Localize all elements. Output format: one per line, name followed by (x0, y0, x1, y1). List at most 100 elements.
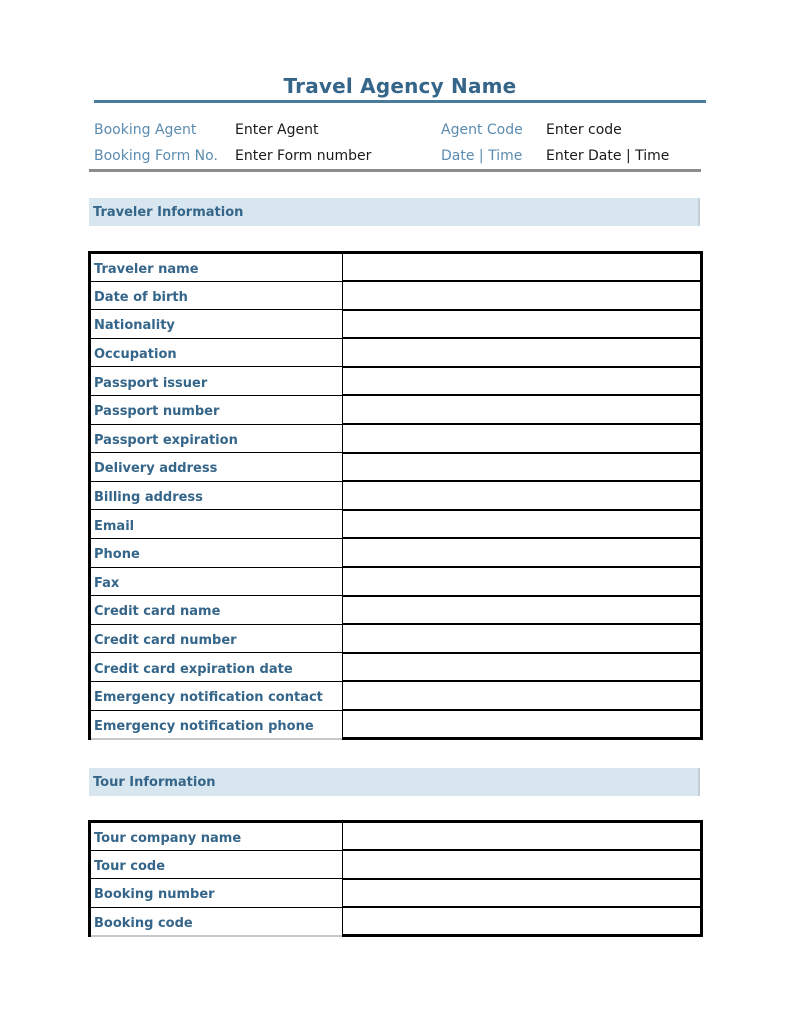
booking-code-input[interactable] (343, 908, 700, 935)
credit-card-number-cell (342, 624, 703, 654)
form-row: Passport issuer (88, 366, 703, 397)
title-divider (94, 100, 706, 103)
booking-form-no-label: Booking Form No. (94, 148, 218, 164)
traveler-information-header: Traveler Information (89, 198, 700, 226)
form-row: Email (88, 509, 703, 540)
nationality-input[interactable] (343, 310, 700, 338)
emergency-notification-phone-cell (342, 710, 703, 741)
delivery-address-label: Delivery address (88, 452, 343, 482)
meta-row: Booking Agent Enter Agent Agent Code Ent… (94, 122, 704, 148)
nationality-cell (342, 309, 703, 340)
form-row: Emergency notification phone (88, 710, 703, 741)
tour-information-table: Tour company name Tour code Booking number… (88, 820, 703, 938)
traveler-name-input[interactable] (343, 254, 700, 281)
occupation-input[interactable] (343, 339, 700, 366)
phone-label: Phone (88, 538, 343, 568)
form-row: Phone (88, 538, 703, 569)
emergency-notification-contact-label: Emergency notification contact (88, 681, 343, 711)
email-label: Email (88, 509, 343, 539)
traveler-name-cell (342, 251, 703, 283)
form-row: Emergency notification contact (88, 681, 703, 711)
passport-number-input[interactable] (343, 396, 700, 424)
form-row: Occupation (88, 338, 703, 368)
delivery-address-cell (342, 452, 703, 483)
billing-address-cell (342, 481, 703, 511)
form-row: Booking code (88, 907, 703, 938)
occupation-label: Occupation (88, 338, 343, 368)
booking-form-no-field[interactable]: Enter Form number (235, 148, 371, 164)
credit-card-name-input[interactable] (343, 596, 700, 624)
tour-code-input[interactable] (343, 851, 700, 878)
passport-issuer-cell (342, 366, 703, 397)
tour-code-cell (342, 850, 703, 880)
tour-company-name-cell (342, 820, 703, 852)
emergency-notification-phone-input[interactable] (343, 711, 700, 738)
credit-card-expiration-date-label: Credit card expiration date (88, 652, 343, 682)
form-row: Billing address (88, 481, 703, 511)
booking-agent-label: Booking Agent (94, 122, 197, 138)
tour-code-label: Tour code (88, 850, 343, 880)
form-row: Booking number (88, 878, 703, 909)
tour-information-header: Tour Information (89, 768, 700, 796)
credit-card-expiration-date-cell (342, 652, 703, 683)
form-row: Credit card number (88, 624, 703, 654)
passport-number-cell (342, 395, 703, 426)
billing-address-input[interactable] (343, 482, 700, 509)
agent-code-field[interactable]: Enter code (546, 122, 622, 138)
date-of-birth-cell (342, 281, 703, 311)
traveler-name-label: Traveler name (88, 251, 343, 282)
date-of-birth-label: Date of birth (88, 281, 343, 311)
nationality-label: Nationality (88, 309, 343, 339)
credit-card-name-label: Credit card name (88, 595, 343, 625)
form-row: Tour code (88, 850, 703, 880)
section-title: Tour Information (93, 775, 216, 790)
passport-issuer-label: Passport issuer (88, 366, 343, 396)
emergency-notification-contact-cell (342, 681, 703, 711)
form-row: Passport expiration (88, 424, 703, 454)
passport-expiration-cell (342, 424, 703, 454)
booking-meta: Booking Agent Enter Agent Agent Code Ent… (94, 122, 704, 174)
emergency-notification-contact-input[interactable] (343, 682, 700, 709)
booking-number-label: Booking number (88, 878, 343, 908)
form-row: Traveler name (88, 251, 703, 283)
date-of-birth-input[interactable] (343, 282, 700, 309)
email-cell (342, 509, 703, 540)
booking-code-cell (342, 907, 703, 938)
form-row: Delivery address (88, 452, 703, 483)
agency-title: Travel Agency Name (283, 74, 517, 98)
credit-card-number-label: Credit card number (88, 624, 343, 654)
passport-issuer-input[interactable] (343, 367, 700, 395)
tour-company-name-input[interactable] (343, 823, 700, 850)
agent-code-label: Agent Code (441, 122, 523, 138)
form-row: Fax (88, 567, 703, 597)
passport-expiration-label: Passport expiration (88, 424, 343, 454)
credit-card-number-input[interactable] (343, 625, 700, 652)
passport-expiration-input[interactable] (343, 425, 700, 452)
booking-number-input[interactable] (343, 879, 700, 907)
date-time-field[interactable]: Enter Date | Time (546, 148, 669, 164)
emergency-notification-phone-label: Emergency notification phone (88, 710, 343, 740)
billing-address-label: Billing address (88, 481, 343, 511)
phone-cell (342, 538, 703, 569)
phone-input[interactable] (343, 539, 700, 567)
delivery-address-input[interactable] (343, 453, 700, 481)
form-row: Tour company name (88, 820, 703, 852)
booking-code-label: Booking code (88, 907, 343, 937)
traveler-information-table: Traveler name Date of birth Nationality Occ… (88, 251, 703, 741)
form-row: Credit card expiration date (88, 652, 703, 683)
form-row: Passport number (88, 395, 703, 426)
fax-input[interactable] (343, 568, 700, 595)
credit-card-name-cell (342, 595, 703, 626)
form-row: Date of birth (88, 281, 703, 311)
passport-number-label: Passport number (88, 395, 343, 425)
email-input[interactable] (343, 510, 700, 538)
booking-agent-field[interactable]: Enter Agent (235, 122, 318, 138)
credit-card-expiration-date-input[interactable] (343, 653, 700, 681)
meta-divider (89, 169, 701, 172)
fax-cell (342, 567, 703, 597)
occupation-cell (342, 338, 703, 368)
section-title: Traveler Information (93, 205, 244, 220)
fax-label: Fax (88, 567, 343, 597)
booking-number-cell (342, 878, 703, 909)
date-time-label: Date | Time (441, 148, 523, 164)
